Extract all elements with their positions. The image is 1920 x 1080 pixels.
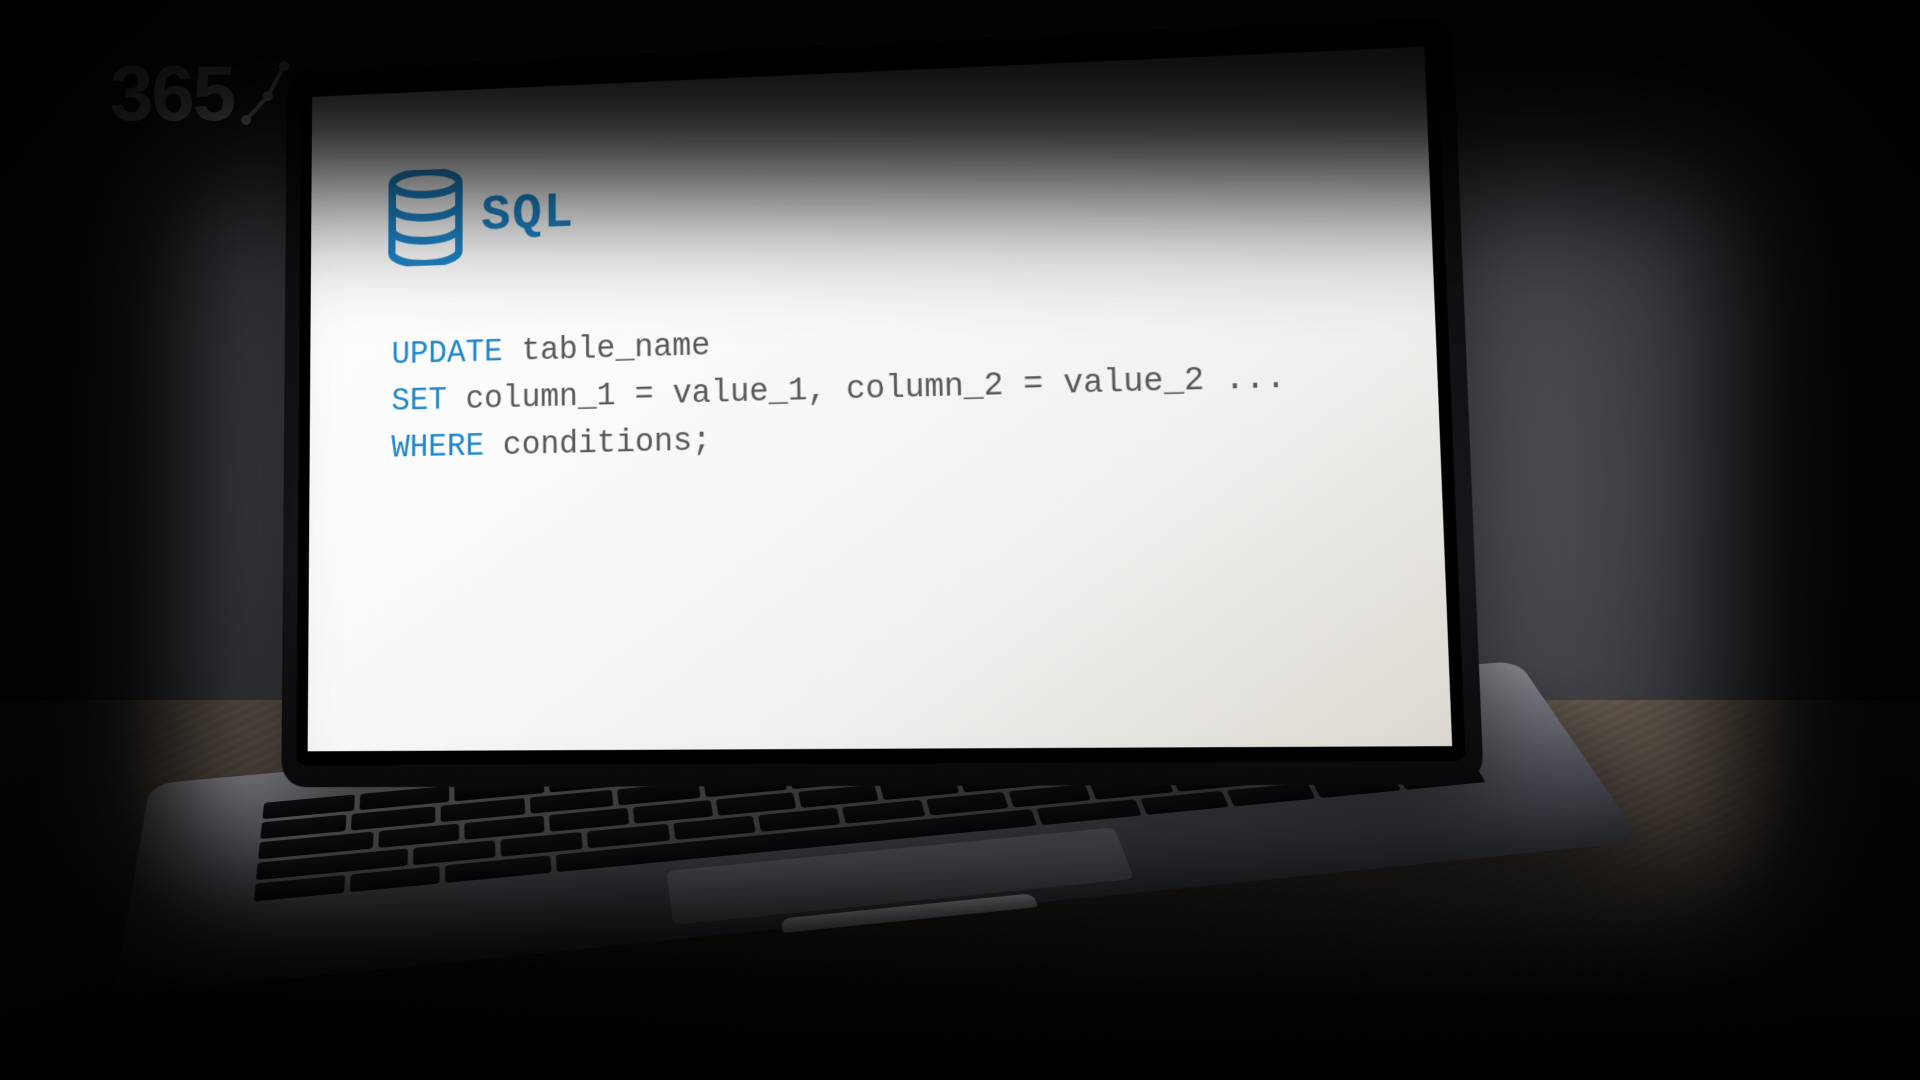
laptop: MacBook Pro	[140, 30, 1590, 1050]
code-line-1: UPDATE table_name	[392, 328, 711, 373]
keyword-where: WHERE	[391, 428, 484, 466]
code-rest-2: column_1 = value_1, column_2 = value_2 .…	[447, 359, 1287, 418]
scene-root: 365 MacBook Pro	[0, 0, 1920, 1080]
sql-code-block: UPDATE table_name SET column_1 = value_1…	[391, 305, 1288, 472]
screen-bezel: SQL UPDATE table_name SET column_1 = val…	[296, 34, 1465, 765]
keyword-update: UPDATE	[392, 334, 503, 373]
laptop-lid: SQL UPDATE table_name SET column_1 = val…	[281, 17, 1484, 787]
sql-heading: SQL	[386, 164, 575, 267]
sql-label: SQL	[481, 184, 575, 244]
database-icon	[386, 168, 464, 267]
keyword-set: SET	[391, 382, 447, 419]
code-rest-3: conditions;	[484, 422, 711, 464]
code-line-3: WHERE conditions;	[391, 422, 711, 466]
code-rest-1: table_name	[503, 328, 711, 370]
laptop-screen: SQL UPDATE table_name SET column_1 = val…	[308, 47, 1453, 752]
